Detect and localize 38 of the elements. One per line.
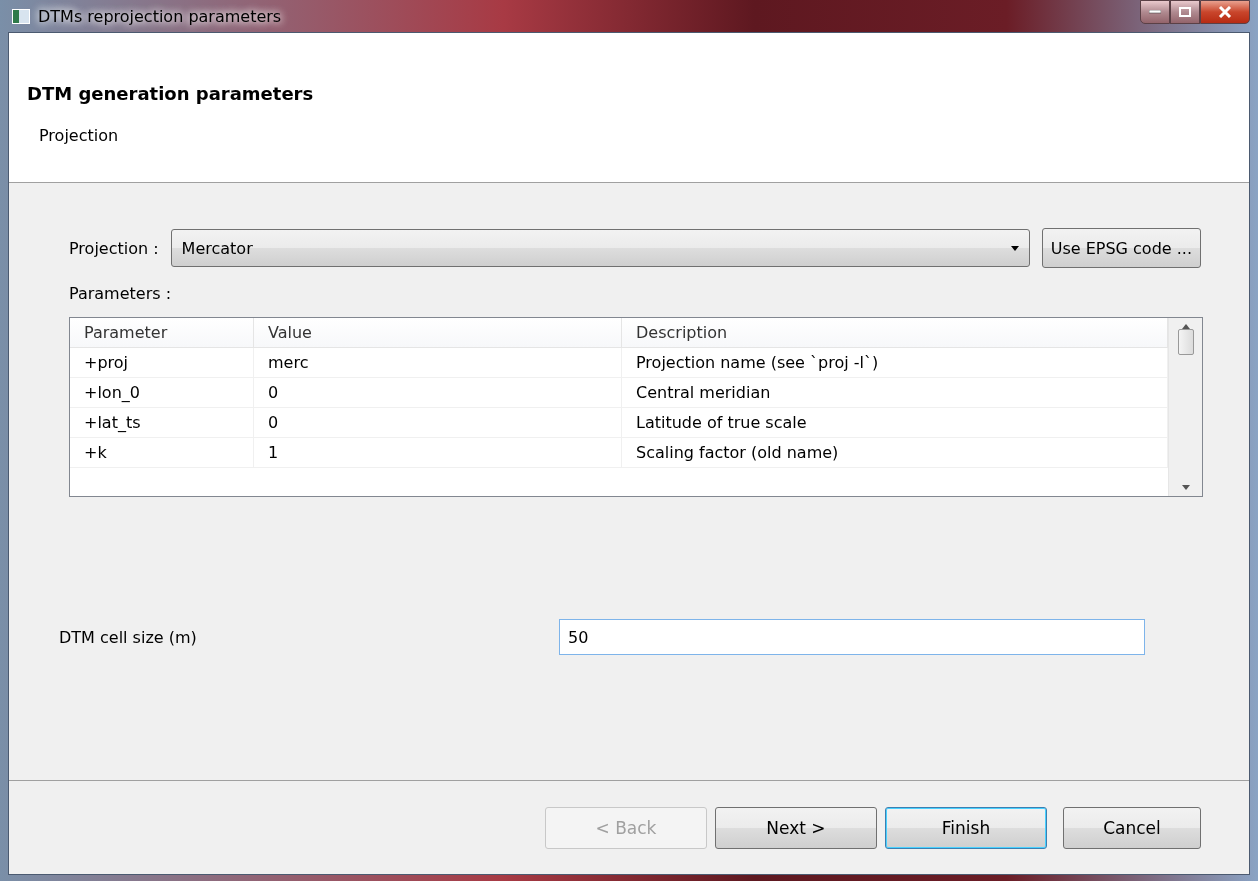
close-button[interactable] [1200, 0, 1250, 24]
projection-dropdown[interactable]: Mercator [170, 229, 1030, 267]
table-cell: +lon_0 [70, 378, 254, 408]
column-header[interactable]: Description [622, 318, 1168, 348]
cell-size-label: DTM cell size (m) [59, 627, 198, 647]
minimize-button[interactable] [1140, 0, 1170, 24]
minimize-icon [1149, 10, 1161, 14]
scroll-thumb[interactable] [1177, 329, 1194, 355]
column-header[interactable]: Value [254, 318, 622, 348]
table-cell: 0 [254, 378, 622, 408]
maximize-icon [1179, 7, 1191, 17]
epsg-code-button[interactable]: Use EPSG code ... [1041, 228, 1201, 268]
caret-icon [1010, 245, 1019, 251]
column-header[interactable]: Parameter [70, 318, 254, 348]
table-cell: +k [70, 438, 254, 468]
table-cell: Projection name (see `proj -l`) [622, 348, 1168, 378]
table-cell: +proj [70, 348, 254, 378]
table-cell: 0 [254, 408, 622, 438]
table-cell: +lat_ts [70, 408, 254, 438]
maximize-button[interactable] [1170, 0, 1200, 24]
page-subtitle: Projection [39, 126, 120, 145]
window-title: DTMs reprojection parameters [38, 6, 282, 26]
wizard-button[interactable]: Next > [715, 806, 877, 849]
wizard-button[interactable]: Cancel [1063, 806, 1201, 849]
close-icon [1218, 6, 1232, 18]
projection-label: Projection : [69, 238, 159, 258]
table-cell: Scaling factor (old name) [622, 438, 1168, 468]
wizard-button[interactable]: Finish [885, 806, 1047, 849]
page-title: DTM generation parameters [27, 83, 315, 104]
scroll-down-icon[interactable] [1181, 485, 1190, 490]
parameters-label: Parameters : [69, 284, 173, 303]
table-cell: Latitude of true scale [622, 408, 1168, 438]
scrollbar[interactable] [1168, 318, 1202, 496]
cell-size-field[interactable]: 50 [559, 619, 1145, 655]
table-cell: 1 [254, 438, 622, 468]
app-icon [12, 8, 30, 24]
table-cell: merc [254, 348, 622, 378]
table-cell: Central meridian [622, 378, 1168, 408]
